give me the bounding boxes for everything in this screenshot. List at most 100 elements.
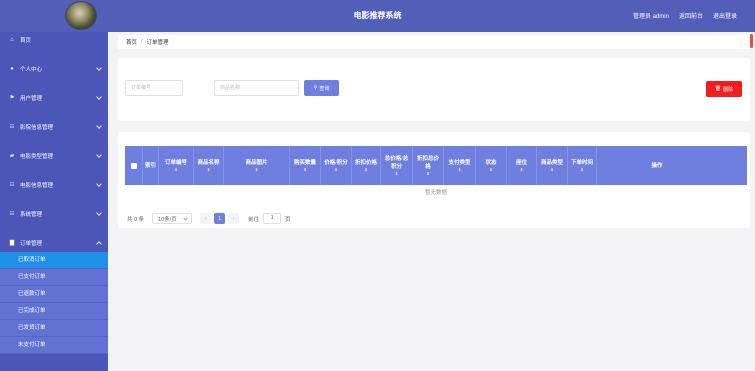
column-header-actions: 操作	[597, 146, 717, 185]
sidebar-item-order-management[interactable]: ▇ 订单管理	[0, 235, 108, 251]
delete-button[interactable]: 🗑︎ 删除	[706, 81, 742, 97]
column-header-total-price[interactable]: 总价格/总积分 ⇕	[381, 146, 413, 185]
sidebar-item-label: 影院信息管理	[20, 125, 54, 131]
home-icon: ⌂	[10, 37, 14, 43]
submenu-item-refunded-orders[interactable]: 已退款订单	[0, 286, 108, 303]
sort-icon[interactable]: ⇕	[489, 167, 492, 172]
page-size-select[interactable]: 10条/页	[152, 213, 193, 224]
sort-icon[interactable]: ⇕	[550, 167, 553, 172]
sidebar-item-label: 系统管理	[20, 212, 43, 218]
breadcrumb-home[interactable]: 首页	[126, 38, 137, 46]
grid-icon: ☷	[9, 211, 15, 217]
order-submenu: 已取消订单 已支付订单 已退款订单 已完成订单 已发货订单 未支付订单	[0, 252, 108, 354]
column-header-price-points[interactable]: 价格/积分 ⇕	[321, 146, 352, 185]
column-label: 座位	[515, 160, 527, 166]
column-label: 商品类型	[540, 160, 563, 166]
grid-icon: ☷	[9, 124, 15, 130]
column-label: 价格/积分	[324, 160, 348, 166]
column-header-order-number[interactable]: 订单编号 ⇕	[159, 146, 194, 185]
submenu-item-paid-orders[interactable]: 已支付订单	[0, 269, 108, 286]
column-label: 折扣总价格	[416, 156, 439, 170]
grid-icon: ☷	[9, 182, 15, 188]
sidebar-item-label: 电影信息管理	[20, 183, 54, 189]
sort-icon[interactable]: ⇕	[334, 167, 337, 172]
sort-icon[interactable]: ⇕	[364, 167, 367, 172]
sort-icon[interactable]: ⇕	[207, 167, 210, 172]
prev-page-button[interactable]: ‹	[200, 213, 212, 224]
order-table-panel: 索引 订单编号 ⇕ 商品名称 ⇕ 商品图片 ⇕ 购买数量 ⇕ 价格/积分 ⇕ 折…	[118, 132, 750, 228]
breadcrumb-current: 订单管理	[146, 40, 169, 46]
goto-label: 前往	[248, 216, 260, 223]
next-page-button[interactable]: ›	[228, 213, 240, 224]
table-header: 索引 订单编号 ⇕ 商品名称 ⇕ 商品图片 ⇕ 购买数量 ⇕ 价格/积分 ⇕ 折…	[125, 146, 747, 185]
column-label: 订单编号	[164, 160, 187, 166]
page-size-value: 10条/页	[158, 216, 177, 223]
select-all-checkbox[interactable]	[130, 162, 137, 169]
sidebar-item-movie-info-management[interactable]: ☷ 电影信息管理	[0, 177, 108, 193]
sidebar-item-user-management[interactable]: ⚑ 用户管理	[0, 90, 108, 106]
sidebar-item-home[interactable]: ⌂ 首页	[0, 32, 108, 48]
chevron-up-icon	[96, 241, 102, 247]
chevron-down-icon	[96, 210, 102, 216]
top-header: 电影推荐系统 管理员 admin 返回前台 退出登录	[0, 0, 755, 32]
sort-icon[interactable]: ⇕	[520, 167, 523, 172]
chevron-down-icon	[96, 181, 102, 187]
current-user-label: 管理员 admin	[632, 14, 669, 20]
column-label: 商品图片	[245, 160, 268, 166]
search-icon: ⚲	[313, 85, 318, 91]
sort-icon[interactable]: ⇕	[395, 171, 398, 176]
column-label: 状态	[485, 160, 497, 166]
trash-icon: 🗑︎	[714, 86, 722, 92]
sort-icon[interactable]: ⇕	[174, 167, 177, 172]
chevron-down-icon	[96, 123, 102, 129]
column-header-discount-price[interactable]: 折扣价格 ⇕	[352, 146, 381, 185]
submenu-item-unpaid-orders[interactable]: 未支付订单	[0, 337, 108, 354]
order-number-input[interactable]	[125, 80, 183, 96]
page-number-button[interactable]: 1	[214, 213, 226, 224]
back-to-site-link[interactable]: 返回前台	[679, 11, 703, 20]
column-header-order-time[interactable]: 下单时间 ⇕	[568, 146, 597, 185]
sidebar-item-label: 订单管理	[20, 241, 43, 247]
empty-state-text: 暂无数据	[424, 190, 447, 196]
sidebar: ⌂ 首页 ● 个人中心 ⚑ 用户管理 ☷ 影院信息管理 ▰ 电影类型管理 ☷ 电…	[0, 32, 108, 371]
product-name-input[interactable]	[214, 80, 299, 96]
column-header-quantity[interactable]: 购买数量 ⇕	[290, 146, 321, 185]
column-label: 购买数量	[293, 160, 316, 166]
logout-link[interactable]: 退出登录	[713, 11, 737, 20]
sidebar-item-system-management[interactable]: ☷ 系统管理	[0, 206, 108, 222]
chevron-down-icon	[183, 216, 188, 221]
sidebar-item-personal-center[interactable]: ● 个人中心	[0, 61, 108, 77]
column-header-seat[interactable]: 座位 ⇕	[507, 146, 537, 185]
submenu-item-cancelled-orders[interactable]: 已取消订单	[0, 252, 108, 269]
submenu-item-completed-orders[interactable]: 已完成订单	[0, 303, 108, 320]
column-header-product-image[interactable]: 商品图片 ⇕	[224, 146, 290, 185]
goto-page-input[interactable]: 1	[263, 213, 282, 224]
sidebar-item-cinema-management[interactable]: ☷ 影院信息管理	[0, 119, 108, 135]
submenu-item-shipped-orders[interactable]: 已发货订单	[0, 320, 108, 337]
sort-icon[interactable]: ⇕	[458, 167, 461, 172]
sort-icon[interactable]: ⇕	[426, 171, 429, 176]
chevron-down-icon	[96, 94, 102, 100]
column-label: 支付类型	[448, 160, 471, 166]
column-header-status[interactable]: 状态 ⇕	[476, 146, 507, 185]
sidebar-item-movie-type-management[interactable]: ▰ 电影类型管理	[0, 148, 108, 164]
sort-icon[interactable]: ⇕	[580, 167, 583, 172]
sort-icon[interactable]: ⇕	[255, 167, 258, 172]
page-unit-label: 页	[285, 216, 291, 223]
breadcrumb-separator: /	[141, 39, 143, 45]
flag-icon: ⚑	[9, 95, 15, 101]
search-button[interactable]: ⚲ 查询	[304, 80, 339, 96]
search-button-label: 查询	[319, 85, 330, 92]
column-header-discount-total[interactable]: 折扣总价格 ⇕	[413, 146, 444, 185]
column-header-payment-type[interactable]: 支付类型 ⇕	[444, 146, 476, 185]
sort-icon[interactable]: ⇕	[303, 167, 306, 172]
column-label: 总价格/总积分	[384, 156, 409, 170]
column-header-product-type[interactable]: 商品类型 ⇕	[537, 146, 568, 185]
column-header-product-name[interactable]: 商品名称 ⇕	[194, 146, 224, 185]
column-label: 索引	[145, 162, 157, 169]
select-all-header[interactable]	[125, 146, 143, 185]
chart-icon: ▇	[9, 240, 15, 246]
breadcrumb: 首页 / 订单管理	[118, 35, 750, 49]
scrollbar-thumb[interactable]	[750, 34, 753, 48]
tag-icon: ▰	[9, 153, 15, 159]
